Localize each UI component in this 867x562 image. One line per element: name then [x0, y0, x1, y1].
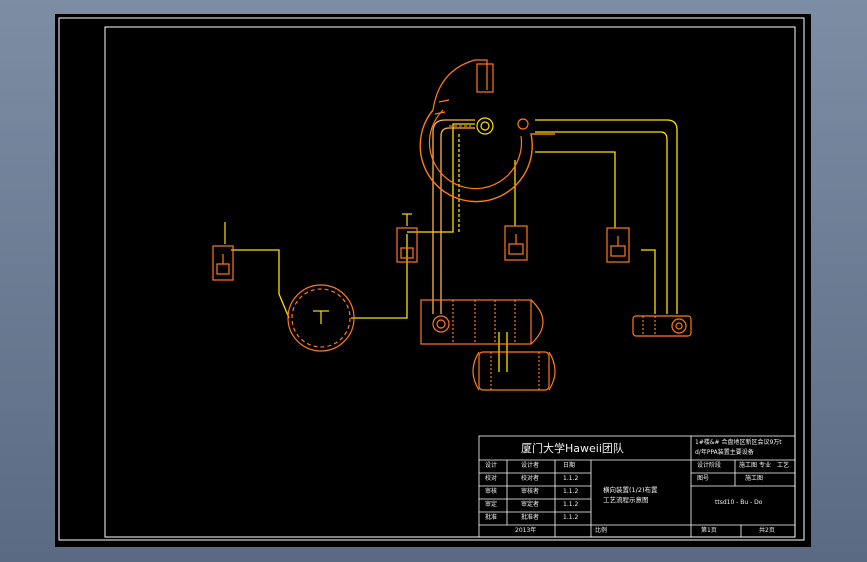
drawing-name-line1: 横向装置(1/2)布置 — [603, 486, 658, 494]
name-row-5: 批准者 — [521, 514, 540, 521]
ratio-label: 比例 — [595, 527, 608, 534]
date-row-1: 日期 — [563, 462, 576, 469]
role-row-5: 批准 — [485, 514, 498, 521]
year: 2013年 — [515, 527, 537, 534]
pipe-riser-left — [432, 119, 475, 314]
project-title-line1: 1#楼&# 合盘地区新区会议9万t — [695, 439, 782, 446]
drawing-number: ttsd10 - Bu - Do — [715, 499, 763, 506]
pipelines — [231, 119, 678, 372]
date-row-2: 1.1.2 — [563, 475, 579, 482]
drawing-no-label: 图号 — [697, 475, 710, 482]
right-pump — [632, 315, 692, 337]
pipe-feed-to-tank — [231, 249, 290, 319]
name-row-3: 审核者 — [521, 488, 540, 495]
name-row-4: 审定者 — [521, 501, 540, 508]
project-title-line2: d/年PPA装置主要设备 — [695, 449, 754, 456]
role-row-3: 审核 — [485, 488, 498, 495]
left-instrument — [212, 222, 234, 281]
discipline-value: 工艺 — [777, 462, 790, 469]
outer-frame — [58, 17, 805, 541]
sheet-label: 第1页 — [701, 527, 717, 534]
pipe-right-instrument — [535, 151, 616, 228]
total-label: 共2页 — [759, 527, 775, 534]
stage-value: 施工图 — [739, 462, 758, 469]
inner-frame — [104, 26, 796, 538]
name-row-1: 设计者 — [521, 462, 540, 469]
role-row-4: 审定 — [485, 501, 498, 508]
round-tank — [287, 284, 355, 352]
date-row-4: 1.1.2 — [563, 501, 579, 508]
lower-drum — [472, 351, 556, 391]
org-name: 厦门大学Haweii团队 — [521, 442, 624, 455]
pipe-top-horizontal-inner — [535, 131, 668, 314]
date-row-5: 1.1.2 — [563, 514, 579, 521]
equipment — [212, 59, 692, 391]
drawing-name-line2: 工艺流程示意图 — [603, 496, 649, 504]
stage-label: 设计阶段 — [697, 462, 722, 469]
horizontal-vessel — [420, 299, 544, 345]
pipe-top-horizontal — [535, 119, 678, 314]
pipe-to-right-pump — [641, 249, 656, 314]
right-instrument — [606, 227, 630, 263]
pipe-riser-left-inner — [440, 127, 475, 314]
middle-instrument — [504, 225, 528, 261]
role-row-2: 校对 — [485, 475, 498, 482]
name-row-2: 校对者 — [521, 475, 540, 482]
cad-viewport[interactable]: 厦门大学Haweii团队 1#楼&# 合盘地区新区会议9万t d/年PPA装置主… — [55, 14, 811, 547]
drawing-type-value: 施工图 — [745, 475, 764, 482]
pipe-tank-to-reactor — [351, 234, 408, 319]
date-row-3: 1.1.2 — [563, 488, 579, 495]
role-row-1: 设计 — [485, 462, 498, 469]
discipline-label: 专业 — [759, 462, 772, 469]
